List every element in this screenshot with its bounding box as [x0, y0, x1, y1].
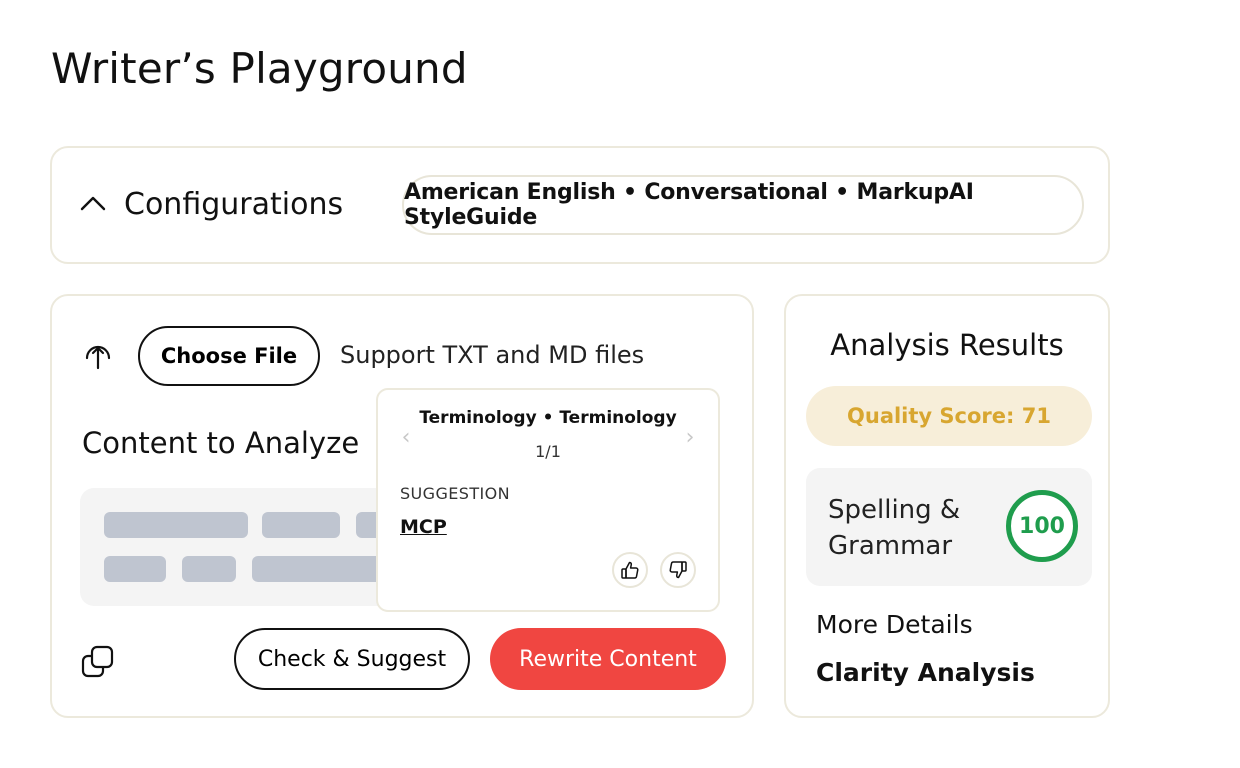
- quality-score-badge: Quality Score: 71: [806, 386, 1092, 446]
- configurations-toggle[interactable]: Configurations: [78, 184, 343, 224]
- analysis-title: Analysis Results: [830, 328, 1064, 362]
- spelling-grammar-score: 100: [1006, 490, 1078, 562]
- analysis-panel: Analysis Results Quality Score: 71 Spell…: [784, 294, 1110, 718]
- text-placeholder: [104, 512, 248, 538]
- clarity-analysis-link[interactable]: Clarity Analysis: [816, 658, 1035, 687]
- spelling-grammar-card[interactable]: Spelling & Grammar 100: [806, 468, 1092, 586]
- dislike-button[interactable]: [660, 552, 696, 588]
- chevron-up-icon: [80, 196, 106, 211]
- thumbs-down-icon: [669, 561, 687, 579]
- suggestion-category: Terminology • Terminology: [419, 408, 677, 428]
- like-button[interactable]: [612, 552, 648, 588]
- more-details-link[interactable]: More Details: [816, 610, 973, 639]
- suggestion-text[interactable]: MCP: [400, 516, 447, 538]
- rewrite-content-button[interactable]: Rewrite Content: [490, 628, 726, 690]
- configurations-panel: Configurations American English • Conver…: [50, 146, 1110, 264]
- text-placeholder: [182, 556, 236, 582]
- suggestion-label: SUGGESTION: [400, 484, 510, 503]
- thumbs-up-icon: [621, 561, 639, 579]
- suggestion-popover: Terminology • Terminology ‹ › 1/1 SUGGES…: [376, 388, 720, 612]
- choose-file-button[interactable]: Choose File: [138, 326, 320, 386]
- copy-icon[interactable]: [80, 644, 116, 680]
- text-placeholder: [262, 512, 340, 538]
- page-title: Writer’s Playground: [51, 44, 468, 93]
- text-placeholder: [104, 556, 166, 582]
- suggestion-count: 1/1: [535, 442, 561, 461]
- file-support-text: Support TXT and MD files: [340, 341, 645, 369]
- content-editor[interactable]: [80, 488, 400, 606]
- upload-icon: [85, 345, 111, 370]
- spelling-grammar-label: Spelling & Grammar: [828, 495, 961, 561]
- configuration-summary-pill[interactable]: American English • Conversational • Mark…: [402, 175, 1084, 235]
- configurations-title: Configurations: [124, 186, 344, 222]
- check-suggest-button[interactable]: Check & Suggest: [234, 628, 470, 690]
- content-heading: Content to Analyze: [82, 426, 360, 460]
